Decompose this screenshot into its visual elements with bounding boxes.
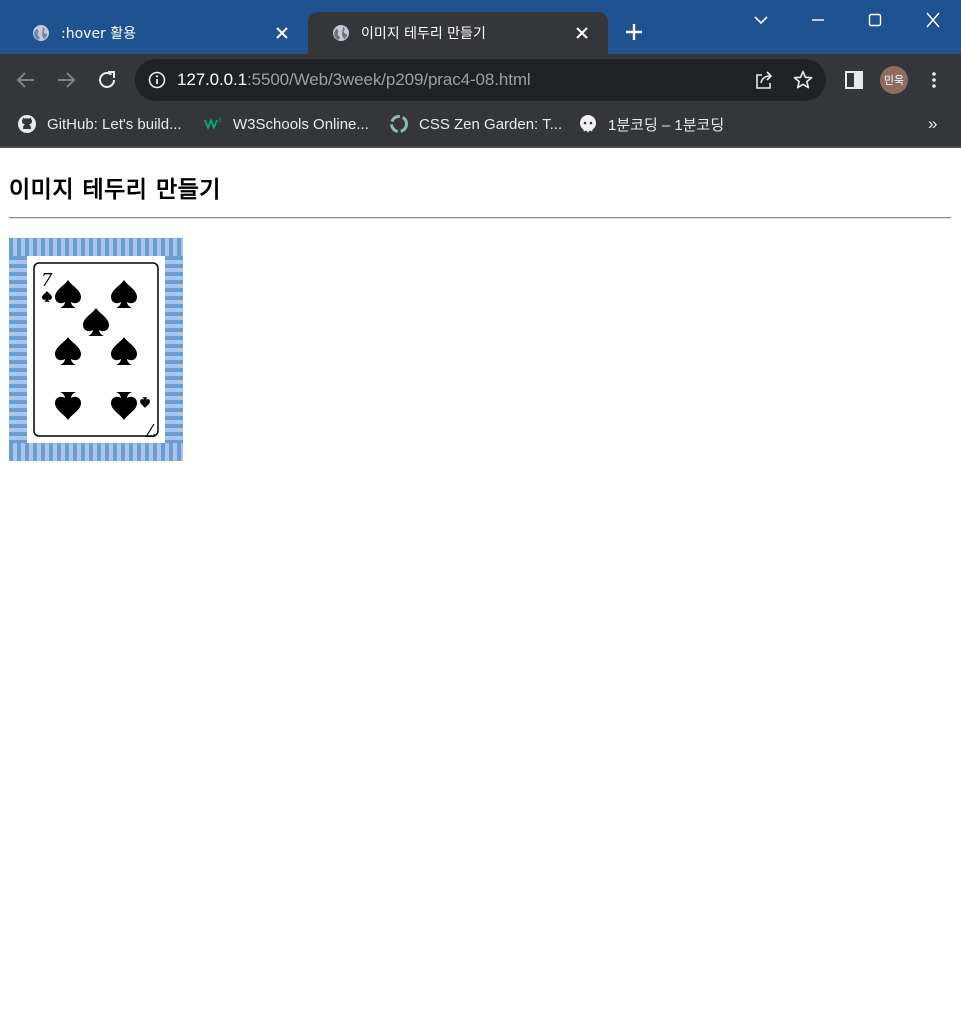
- browser-titlebar: :hover 활용 이미지 테두리 만들기: [0, 0, 961, 54]
- bookmark-github[interactable]: GitHub: Let's build...: [17, 106, 182, 142]
- page-content: 이미지 테두리 만들기 7 7: [0, 148, 961, 1021]
- seven-of-spades-icon: 7 7: [33, 262, 159, 440]
- reload-icon[interactable]: [95, 68, 119, 92]
- side-panel-icon[interactable]: [844, 70, 864, 90]
- card-image-seven-of-spades: 7 7: [27, 256, 165, 443]
- maximize-icon[interactable]: [863, 10, 887, 30]
- profile-avatar[interactable]: 민욱: [880, 66, 908, 94]
- browser-toolbar: 127.0.0.1:5500/Web/3week/p209/prac4-08.h…: [0, 54, 961, 106]
- minimize-icon[interactable]: [806, 10, 830, 30]
- border-stripe-left: [9, 256, 27, 443]
- svg-text:7: 7: [145, 419, 157, 440]
- bookmark-w3schools[interactable]: 3 W3Schools Online...: [203, 106, 369, 142]
- tab-search-chevron-icon[interactable]: [749, 10, 773, 30]
- bordered-card-image: 7 7: [9, 238, 183, 461]
- bookmark-star-icon[interactable]: [792, 69, 814, 91]
- bookmarks-overflow-button[interactable]: »: [928, 114, 937, 134]
- close-icon[interactable]: [274, 25, 290, 41]
- new-tab-icon[interactable]: [624, 22, 644, 42]
- bookmark-label: CSS Zen Garden: T...: [419, 115, 563, 133]
- globe-icon: [333, 25, 349, 41]
- tab-image-border[interactable]: 이미지 테두리 만들기: [308, 12, 608, 54]
- w3schools-icon: 3: [204, 117, 222, 130]
- onemin-coding-icon: [580, 115, 596, 133]
- bookmark-label: 1분코딩 – 1분코딩: [608, 116, 725, 134]
- bookmark-1min-coding[interactable]: 1분코딩 – 1분코딩: [578, 106, 724, 142]
- bookmark-label: GitHub: Let's build...: [47, 115, 182, 133]
- more-menu-icon[interactable]: [926, 70, 942, 90]
- bookmarks-bar: GitHub: Let's build... 3 W3Schools Onlin…: [0, 106, 961, 148]
- site-info-icon[interactable]: [147, 70, 167, 90]
- url-host: 127.0.0.1: [177, 70, 247, 89]
- bookmark-css-zen-garden[interactable]: CSS Zen Garden: T...: [389, 106, 562, 142]
- svg-text:7: 7: [41, 270, 53, 291]
- close-icon[interactable]: [574, 25, 590, 41]
- bookmark-label: W3Schools Online...: [233, 115, 369, 133]
- globe-icon: [33, 25, 49, 41]
- divider: [9, 217, 951, 219]
- forward-arrow-icon[interactable]: [54, 68, 78, 92]
- share-icon[interactable]: [753, 69, 775, 91]
- tab-hover[interactable]: :hover 활용: [8, 12, 308, 54]
- tab-title: :hover 활용: [61, 26, 137, 42]
- tab-title: 이미지 테두리 만들기: [361, 26, 486, 42]
- back-arrow-icon[interactable]: [14, 68, 38, 92]
- border-stripe-right: [165, 256, 183, 443]
- svg-text:3: 3: [218, 117, 222, 124]
- github-icon: [18, 115, 36, 133]
- page-heading: 이미지 테두리 만들기: [9, 177, 221, 203]
- url-text[interactable]: 127.0.0.1:5500/Web/3week/p209/prac4-08.h…: [177, 70, 531, 90]
- url-path: :5500/Web/3week/p209/prac4-08.html: [247, 70, 531, 89]
- address-bar[interactable]: 127.0.0.1:5500/Web/3week/p209/prac4-08.h…: [135, 59, 826, 101]
- window-close-icon[interactable]: [921, 10, 945, 30]
- zen-garden-icon: [390, 115, 408, 133]
